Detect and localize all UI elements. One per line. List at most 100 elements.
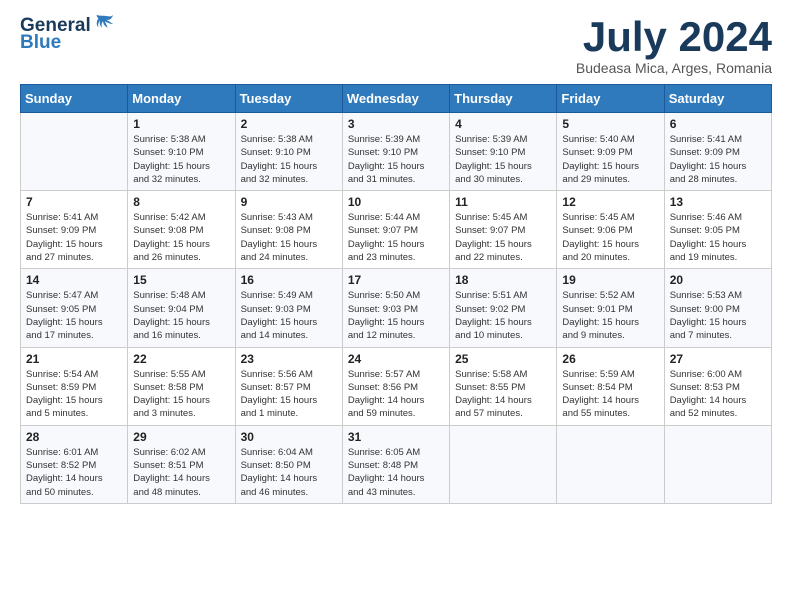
calendar-cell: 11 Sunrise: 5:45 AM Sunset: 9:07 PM Dayli… — [450, 191, 557, 269]
calendar-cell — [557, 425, 664, 503]
day-number: 15 — [133, 273, 229, 287]
day-info: Sunrise: 6:01 AM Sunset: 8:52 PM Dayligh… — [26, 446, 122, 499]
day-number: 29 — [133, 430, 229, 444]
day-number: 8 — [133, 195, 229, 209]
calendar-cell: 22Sunrise: 5:55 AM Sunset: 8:58 PM Dayli… — [128, 347, 235, 425]
calendar-cell: 15 Sunrise: 5:48 AM Sunset: 9:04 PM Dayli… — [128, 269, 235, 347]
day-header-wednesday: Wednesday — [342, 85, 449, 113]
day-info: Sunrise: 5:43 AM Sunset: 9:08 PM Dayligh… — [241, 211, 337, 264]
day-info: Sunrise: 5:49 AM Sunset: 9:03 PM Dayligh… — [241, 289, 337, 342]
day-info: Sunrise: 5:52 AM Sunset: 9:01 PM Dayligh… — [562, 289, 658, 342]
week-row-2: 7 Sunrise: 5:41 AM Sunset: 9:09 PM Daylig… — [21, 191, 772, 269]
day-info: Sunrise: 5:38 AM Sunset: 9:10 PM Dayligh… — [133, 133, 229, 186]
day-number: 1 — [133, 117, 229, 131]
calendar-cell: 31Sunrise: 6:05 AM Sunset: 8:48 PM Dayli… — [342, 425, 449, 503]
week-row-3: 14Sunrise: 5:47 AM Sunset: 9:05 PM Dayli… — [21, 269, 772, 347]
calendar-cell — [450, 425, 557, 503]
day-number: 18 — [455, 273, 551, 287]
week-row-1: 1 Sunrise: 5:38 AM Sunset: 9:10 PM Daylig… — [21, 113, 772, 191]
day-info: Sunrise: 6:02 AM Sunset: 8:51 PM Dayligh… — [133, 446, 229, 499]
day-info: Sunrise: 5:59 AM Sunset: 8:54 PM Dayligh… — [562, 368, 658, 421]
calendar-cell: 13 Sunrise: 5:46 AM Sunset: 9:05 PM Dayli… — [664, 191, 771, 269]
day-number: 11 — [455, 195, 551, 209]
day-info: Sunrise: 5:41 AM Sunset: 9:09 PM Dayligh… — [670, 133, 766, 186]
day-info: Sunrise: 5:51 AM Sunset: 9:02 PM Dayligh… — [455, 289, 551, 342]
day-number: 27 — [670, 352, 766, 366]
location: Budeasa Mica, Arges, Romania — [576, 60, 772, 76]
day-number: 24 — [348, 352, 444, 366]
calendar-cell: 19 Sunrise: 5:52 AM Sunset: 9:01 PM Dayli… — [557, 269, 664, 347]
day-header-thursday: Thursday — [450, 85, 557, 113]
calendar-cell: 3 Sunrise: 5:39 AM Sunset: 9:10 PM Daylig… — [342, 113, 449, 191]
day-info: Sunrise: 5:41 AM Sunset: 9:09 PM Dayligh… — [26, 211, 122, 264]
day-header-saturday: Saturday — [664, 85, 771, 113]
calendar-cell: 8Sunrise: 5:42 AM Sunset: 9:08 PM Daylig… — [128, 191, 235, 269]
day-number: 9 — [241, 195, 337, 209]
day-header-sunday: Sunday — [21, 85, 128, 113]
calendar-cell: 18 Sunrise: 5:51 AM Sunset: 9:02 PM Dayli… — [450, 269, 557, 347]
calendar-cell: 10Sunrise: 5:44 AM Sunset: 9:07 PM Dayli… — [342, 191, 449, 269]
day-number: 21 — [26, 352, 122, 366]
logo-bird-icon — [93, 13, 115, 35]
calendar-cell: 20 Sunrise: 5:53 AM Sunset: 9:00 PM Dayli… — [664, 269, 771, 347]
day-info: Sunrise: 5:57 AM Sunset: 8:56 PM Dayligh… — [348, 368, 444, 421]
day-number: 5 — [562, 117, 658, 131]
calendar-cell: 2 Sunrise: 5:38 AM Sunset: 9:10 PM Daylig… — [235, 113, 342, 191]
calendar-cell: 25 Sunrise: 5:58 AM Sunset: 8:55 PM Dayli… — [450, 347, 557, 425]
day-number: 26 — [562, 352, 658, 366]
calendar-cell: 28 Sunrise: 6:01 AM Sunset: 8:52 PM Dayli… — [21, 425, 128, 503]
day-number: 14 — [26, 273, 122, 287]
day-info: Sunrise: 5:48 AM Sunset: 9:04 PM Dayligh… — [133, 289, 229, 342]
calendar-cell: 7 Sunrise: 5:41 AM Sunset: 9:09 PM Daylig… — [21, 191, 128, 269]
day-header-friday: Friday — [557, 85, 664, 113]
day-number: 23 — [241, 352, 337, 366]
day-header-monday: Monday — [128, 85, 235, 113]
calendar-cell: 16Sunrise: 5:49 AM Sunset: 9:03 PM Dayli… — [235, 269, 342, 347]
day-info: Sunrise: 5:44 AM Sunset: 9:07 PM Dayligh… — [348, 211, 444, 264]
header: General Blue July 2024 Budeasa Mica, Arg… — [20, 16, 772, 76]
calendar-cell: 6Sunrise: 5:41 AM Sunset: 9:09 PM Daylig… — [664, 113, 771, 191]
week-row-5: 28 Sunrise: 6:01 AM Sunset: 8:52 PM Dayli… — [21, 425, 772, 503]
calendar-cell: 5 Sunrise: 5:40 AM Sunset: 9:09 PM Daylig… — [557, 113, 664, 191]
calendar-cell: 14Sunrise: 5:47 AM Sunset: 9:05 PM Dayli… — [21, 269, 128, 347]
calendar-cell — [664, 425, 771, 503]
day-info: Sunrise: 5:38 AM Sunset: 9:10 PM Dayligh… — [241, 133, 337, 186]
day-number: 22 — [133, 352, 229, 366]
day-number: 2 — [241, 117, 337, 131]
day-number: 4 — [455, 117, 551, 131]
calendar-table: SundayMondayTuesdayWednesdayThursdayFrid… — [20, 84, 772, 504]
calendar-cell: 30Sunrise: 6:04 AM Sunset: 8:50 PM Dayli… — [235, 425, 342, 503]
day-info: Sunrise: 5:39 AM Sunset: 9:10 PM Dayligh… — [348, 133, 444, 186]
calendar-cell: 26 Sunrise: 5:59 AM Sunset: 8:54 PM Dayli… — [557, 347, 664, 425]
day-info: Sunrise: 5:46 AM Sunset: 9:05 PM Dayligh… — [670, 211, 766, 264]
day-info: Sunrise: 5:45 AM Sunset: 9:07 PM Dayligh… — [455, 211, 551, 264]
days-header-row: SundayMondayTuesdayWednesdayThursdayFrid… — [21, 85, 772, 113]
day-number: 28 — [26, 430, 122, 444]
day-info: Sunrise: 5:56 AM Sunset: 8:57 PM Dayligh… — [241, 368, 337, 421]
calendar-cell: 29 Sunrise: 6:02 AM Sunset: 8:51 PM Dayli… — [128, 425, 235, 503]
day-number: 13 — [670, 195, 766, 209]
day-number: 25 — [455, 352, 551, 366]
logo-blue: Blue — [20, 33, 61, 52]
day-number: 19 — [562, 273, 658, 287]
day-info: Sunrise: 5:54 AM Sunset: 8:59 PM Dayligh… — [26, 368, 122, 421]
day-number: 17 — [348, 273, 444, 287]
day-info: Sunrise: 6:05 AM Sunset: 8:48 PM Dayligh… — [348, 446, 444, 499]
day-number: 30 — [241, 430, 337, 444]
calendar-cell — [21, 113, 128, 191]
calendar-cell: 9 Sunrise: 5:43 AM Sunset: 9:08 PM Daylig… — [235, 191, 342, 269]
day-info: Sunrise: 5:40 AM Sunset: 9:09 PM Dayligh… — [562, 133, 658, 186]
day-number: 7 — [26, 195, 122, 209]
calendar-cell: 1 Sunrise: 5:38 AM Sunset: 9:10 PM Daylig… — [128, 113, 235, 191]
day-info: Sunrise: 5:53 AM Sunset: 9:00 PM Dayligh… — [670, 289, 766, 342]
week-row-4: 21 Sunrise: 5:54 AM Sunset: 8:59 PM Dayli… — [21, 347, 772, 425]
day-number: 12 — [562, 195, 658, 209]
day-info: Sunrise: 5:50 AM Sunset: 9:03 PM Dayligh… — [348, 289, 444, 342]
calendar-cell: 21 Sunrise: 5:54 AM Sunset: 8:59 PM Dayli… — [21, 347, 128, 425]
day-info: Sunrise: 5:58 AM Sunset: 8:55 PM Dayligh… — [455, 368, 551, 421]
page: General Blue July 2024 Budeasa Mica, Arg… — [0, 0, 792, 524]
calendar-cell: 23 Sunrise: 5:56 AM Sunset: 8:57 PM Dayli… — [235, 347, 342, 425]
day-number: 3 — [348, 117, 444, 131]
day-info: Sunrise: 6:00 AM Sunset: 8:53 PM Dayligh… — [670, 368, 766, 421]
day-number: 20 — [670, 273, 766, 287]
